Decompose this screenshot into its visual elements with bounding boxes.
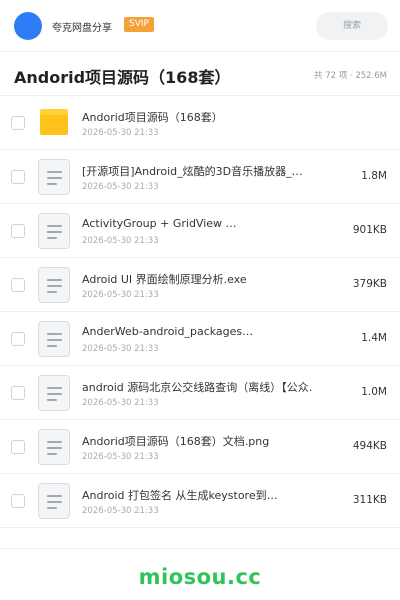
header: 夸克网盘分享 SVIP 搜索 [0,0,400,52]
document-icon [38,159,70,195]
file-row[interactable]: Android 打包签名 从生成keystore到… 2026-05-30 21… [0,474,400,528]
file-date: 2026-05-30 21:33 [82,398,159,408]
file-date: 2026-05-30 21:33 [82,506,159,516]
file-date: 2026-05-30 21:33 [82,344,159,354]
file-date: 2026-05-30 21:33 [82,290,159,300]
file-row[interactable]: Andorid项目源码（168套）文档.png 2026-05-30 21:33… [0,420,400,474]
file-size: 1.4M [361,332,387,344]
file-row[interactable]: AnderWeb-android_packages… 2026-05-30 21… [0,312,400,366]
row-checkbox[interactable] [11,278,25,292]
file-date: 2026-05-30 21:33 [82,452,159,462]
row-checkbox[interactable] [11,224,25,238]
row-checkbox[interactable] [11,494,25,508]
file-row[interactable]: ActivityGroup + GridView … 2026-05-30 21… [0,204,400,258]
file-size: 379KB [352,278,387,290]
file-row[interactable]: [开源项目]Android_炫酷的3D音乐播放器_… 2026-05-30 21… [0,150,400,204]
row-checkbox[interactable] [11,116,25,130]
file-name: ActivityGroup + GridView … [82,217,237,230]
file-row-folder[interactable]: Andorid项目源码（168套） 2026-05-30 21:33 [0,96,400,150]
svip-badge: SVIP [124,17,154,32]
document-icon [38,321,70,357]
file-name: Adroid UI 界面绘制原理分析.exe [82,273,247,286]
folder-summary: 共 72 项 · 252.6M [314,71,387,81]
document-icon [38,267,70,303]
file-size: 1.8M [361,170,387,182]
avatar[interactable] [14,12,42,40]
file-size: 494KB [352,440,387,452]
footer: miosou.cc [0,548,400,600]
file-date: 2026-05-30 21:33 [82,236,159,246]
file-name: Android 打包签名 从生成keystore到… [82,489,278,502]
row-checkbox[interactable] [11,332,25,346]
file-name: Andorid项目源码（168套）文档.png [82,435,270,448]
document-icon [38,429,70,465]
file-date: 2026-05-30 21:33 [82,182,159,192]
folder-icon [40,109,68,135]
file-name: Andorid项目源码（168套） [82,111,223,124]
file-list: Andorid项目源码（168套） 2026-05-30 21:33 [开源项目… [0,96,400,528]
file-row[interactable]: android 源码北京公交线路查询（离线）【公众… 2026-05-30 21… [0,366,400,420]
row-checkbox[interactable] [11,386,25,400]
file-size: 1.0M [361,386,387,398]
file-name: [开源项目]Android_炫酷的3D音乐播放器_… [82,165,303,178]
search-input[interactable]: 搜索 [316,12,388,40]
folder-title: Andorid项目源码（168套） [14,68,231,87]
watermark: miosou.cc [138,565,262,589]
file-name: android 源码北京公交线路查询（离线）【公众… [82,381,312,394]
file-name: AnderWeb-android_packages… [82,325,254,338]
share-name: 夸克网盘分享 [52,23,112,34]
file-row[interactable]: Adroid UI 界面绘制原理分析.exe 2026-05-30 21:33 … [0,258,400,312]
file-size: 901KB [352,224,387,236]
file-date: 2026-05-30 21:33 [82,128,159,138]
document-icon [38,213,70,249]
document-icon [38,483,70,519]
row-checkbox[interactable] [11,440,25,454]
file-size: 311KB [352,494,387,506]
document-icon [38,375,70,411]
row-checkbox[interactable] [11,170,25,184]
